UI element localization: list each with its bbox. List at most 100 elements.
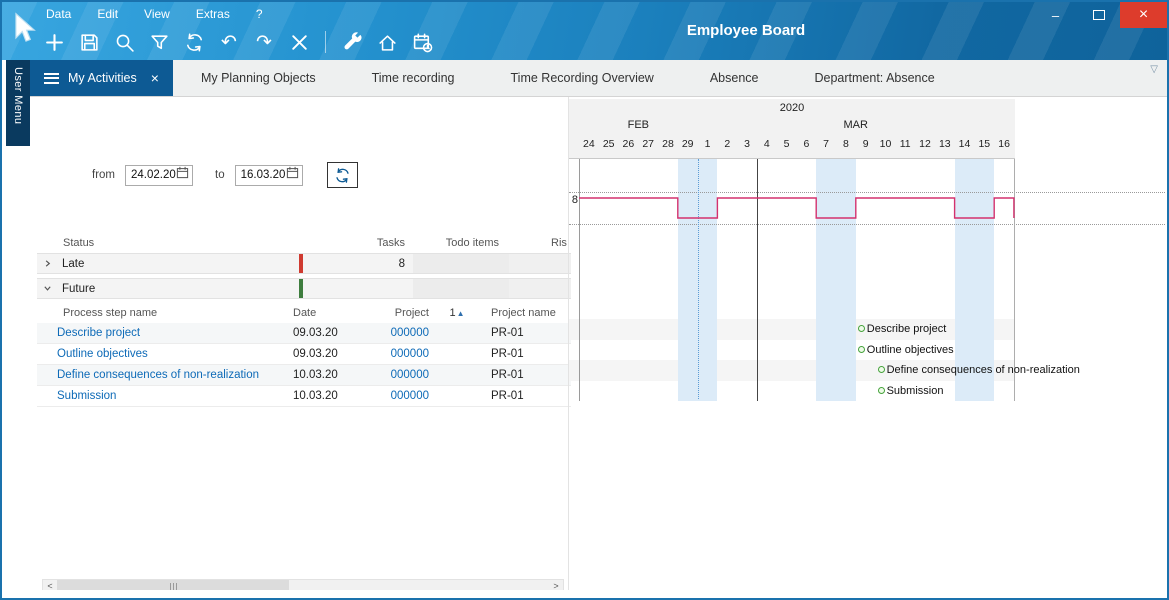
sort-indicator[interactable]: 1 ▲ bbox=[437, 307, 477, 319]
to-date-input[interactable]: 16.03.20 bbox=[235, 165, 303, 186]
window-controls: – × bbox=[1034, 2, 1167, 28]
window-title: Employee Board bbox=[687, 22, 805, 39]
project-link[interactable]: 000000 bbox=[367, 369, 437, 381]
user-menu-label: User Menu bbox=[12, 67, 24, 146]
calendar-icon[interactable] bbox=[286, 166, 299, 184]
from-label: from bbox=[92, 169, 115, 181]
project-link[interactable]: 000000 bbox=[367, 327, 437, 339]
menu-edit[interactable]: Edit bbox=[97, 7, 118, 21]
delete-button[interactable] bbox=[287, 29, 311, 55]
process-row[interactable]: Describe project09.03.20000000PR-01 bbox=[37, 323, 571, 344]
from-date-value: 24.02.20 bbox=[131, 169, 176, 181]
scrollbar-thumb[interactable] bbox=[57, 580, 289, 590]
from-date-input[interactable]: 24.02.20 bbox=[125, 165, 193, 186]
menu-help[interactable]: ? bbox=[256, 7, 263, 21]
to-label: to bbox=[215, 169, 225, 181]
risks-column-header[interactable]: Ris bbox=[509, 237, 571, 249]
close-button[interactable]: × bbox=[1120, 2, 1167, 28]
tab-my-planning-objects[interactable]: My Planning Objects bbox=[173, 60, 344, 96]
gantt-task-label[interactable]: Define consequences of non-realization bbox=[887, 364, 1080, 376]
task-marker[interactable] bbox=[858, 346, 865, 353]
gantt-task-label[interactable]: Describe project bbox=[867, 323, 946, 335]
project-column-header[interactable]: Project bbox=[367, 307, 437, 319]
status-row-late[interactable]: Late8 bbox=[37, 253, 571, 274]
process-row[interactable]: Define consequences of non-realization10… bbox=[37, 365, 571, 386]
titlebar: Data Edit View Extras? Employee Board – × ↶… bbox=[2, 2, 1167, 60]
calendar-icon[interactable] bbox=[176, 166, 189, 184]
redo-button[interactable]: ↷ bbox=[252, 29, 276, 55]
task-marker[interactable] bbox=[878, 366, 885, 373]
process-step-link[interactable]: Submission bbox=[57, 390, 287, 402]
refresh-button[interactable] bbox=[182, 29, 206, 55]
project-name-column-header[interactable]: Project name bbox=[477, 307, 571, 319]
planning-board-button[interactable] bbox=[410, 29, 434, 55]
menu-data[interactable]: Data bbox=[46, 7, 71, 21]
close-tab-icon[interactable]: × bbox=[151, 70, 159, 86]
detail-header: Process step name Date Project 1 ▲ Proje… bbox=[37, 303, 571, 323]
scrollbar-track[interactable] bbox=[289, 580, 549, 590]
maximize-button[interactable] bbox=[1077, 2, 1120, 28]
apply-range-button[interactable] bbox=[327, 162, 358, 188]
process-row[interactable]: Submission10.03.20000000 PR-01 bbox=[37, 386, 571, 407]
gantt-day-label: 15 bbox=[974, 138, 994, 150]
tab-time-recording-overview[interactable]: Time Recording Overview bbox=[483, 60, 682, 96]
app-window: Data Edit View Extras? Employee Board – × ↶… bbox=[0, 0, 1169, 600]
process-row[interactable]: Outline objectives09.03.20000000PR-01 bbox=[37, 344, 571, 365]
filter-icon bbox=[149, 32, 170, 53]
project-link[interactable]: 000000 bbox=[367, 390, 437, 402]
tab-department-absence[interactable]: Department: Absence bbox=[787, 60, 963, 96]
home-button[interactable] bbox=[375, 29, 399, 55]
task-marker[interactable] bbox=[858, 325, 865, 332]
tools-icon bbox=[342, 32, 363, 53]
hamburger-icon[interactable] bbox=[44, 73, 59, 84]
search-button[interactable] bbox=[112, 29, 136, 55]
gantt-day-label: 13 bbox=[935, 138, 955, 150]
scroll-right-arrow[interactable]: > bbox=[549, 580, 563, 590]
menu-extras[interactable]: Extras bbox=[196, 7, 230, 21]
menu-view[interactable]: View bbox=[144, 7, 170, 21]
process-step-link[interactable]: Define consequences of non-realization bbox=[57, 369, 287, 381]
gantt-task-label[interactable]: Submission bbox=[887, 385, 944, 397]
status-row-future[interactable]: Future bbox=[37, 278, 571, 299]
tasks-column-header[interactable]: Tasks bbox=[303, 237, 413, 249]
process-step-link[interactable]: Describe project bbox=[57, 327, 287, 339]
gantt-day-label: 27 bbox=[638, 138, 658, 150]
process-step-link[interactable]: Outline objectives bbox=[57, 348, 287, 360]
status-column-header[interactable]: Status bbox=[57, 237, 299, 249]
tools-button[interactable] bbox=[340, 29, 364, 55]
gantt-task-label[interactable]: Outline objectives bbox=[867, 344, 954, 356]
tab-time-recording[interactable]: Time recording bbox=[344, 60, 483, 96]
tab-bar: My Activities×My Planning ObjectsTime re… bbox=[30, 60, 1167, 97]
collapse-icon[interactable] bbox=[37, 284, 57, 293]
undo-button[interactable]: ↶ bbox=[217, 29, 241, 55]
add-button[interactable] bbox=[42, 29, 66, 55]
gantt-day-label: 3 bbox=[737, 138, 757, 150]
project-name-cell: PR-01 bbox=[477, 390, 571, 402]
toolbar: ↶ ↷ bbox=[42, 29, 434, 55]
date-cell: 10.03.20 bbox=[287, 390, 367, 402]
tab-overflow-icon[interactable]: ▽ bbox=[1150, 64, 1158, 96]
todo-items-column-header[interactable]: Todo items bbox=[413, 237, 509, 249]
date-column-header[interactable]: Date bbox=[287, 307, 367, 319]
activities-pane: from 24.02.20 to 16.03.20 Status Tasks T… bbox=[37, 97, 571, 590]
horizontal-scrollbar[interactable]: < > bbox=[42, 579, 564, 590]
task-marker[interactable] bbox=[878, 387, 885, 394]
project-link[interactable]: 000000 bbox=[367, 348, 437, 360]
save-button[interactable] bbox=[77, 29, 101, 55]
gantt-day-label: 12 bbox=[915, 138, 935, 150]
gantt-day-label: 28 bbox=[658, 138, 678, 150]
save-icon bbox=[79, 32, 100, 53]
maximize-icon bbox=[1093, 10, 1105, 20]
process-step-column-header[interactable]: Process step name bbox=[57, 307, 287, 319]
status-tables: Status Tasks Todo items Ris Late8Future … bbox=[37, 233, 571, 407]
user-menu-tab[interactable]: User Menu bbox=[6, 60, 30, 146]
scroll-left-arrow[interactable]: < bbox=[43, 580, 57, 590]
filter-button[interactable] bbox=[147, 29, 171, 55]
expand-icon[interactable] bbox=[37, 259, 57, 268]
status-label: Late bbox=[57, 258, 299, 270]
tab-my-activities[interactable]: My Activities× bbox=[30, 60, 173, 96]
risks-cell bbox=[509, 279, 571, 298]
minimize-button[interactable]: – bbox=[1034, 2, 1077, 28]
detail-rows: Describe project09.03.20000000PR-01Outli… bbox=[37, 323, 571, 407]
tab-absence[interactable]: Absence bbox=[682, 60, 787, 96]
